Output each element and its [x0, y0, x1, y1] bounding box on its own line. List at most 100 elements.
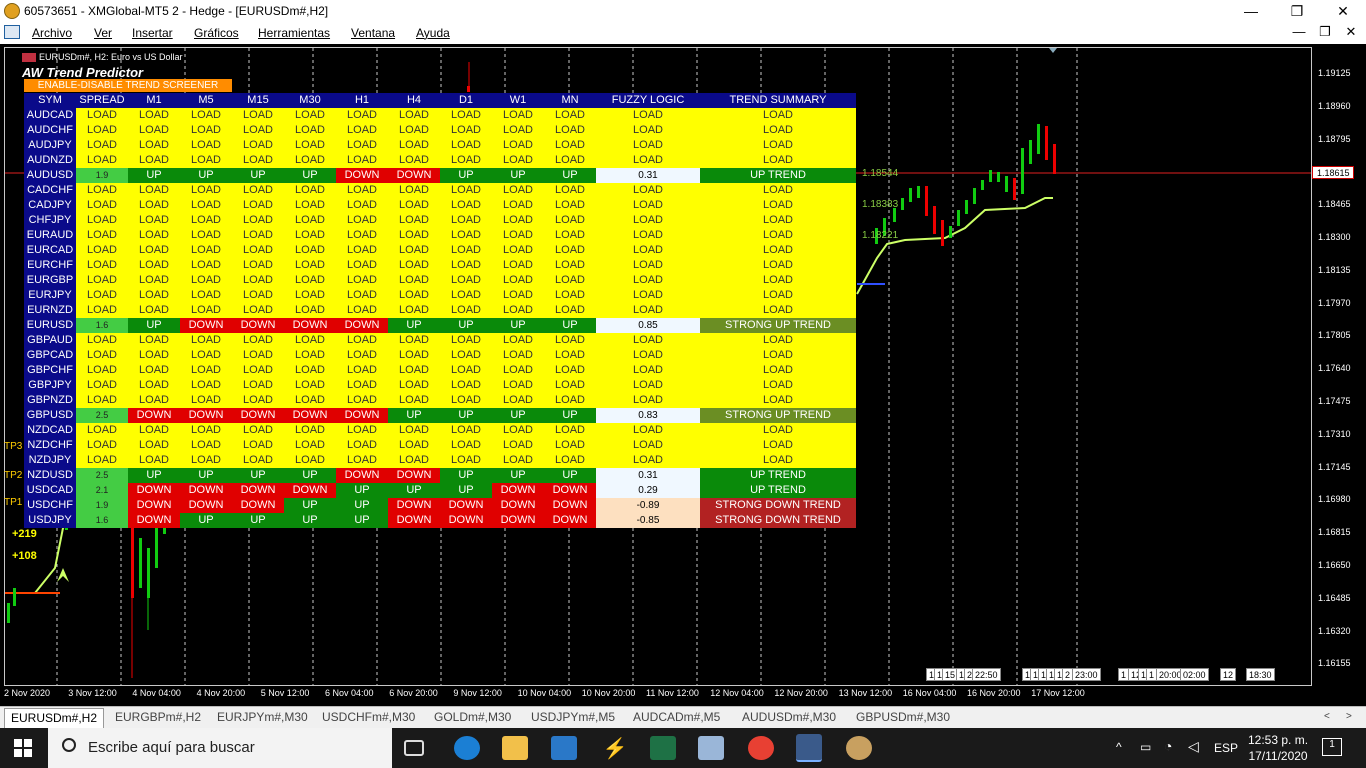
task-view-icon[interactable] — [404, 740, 424, 756]
mail-icon[interactable] — [551, 736, 577, 760]
menu-archivo[interactable]: Archivo — [32, 26, 72, 40]
minimize-button[interactable]: — — [1228, 0, 1274, 22]
notes-icon[interactable] — [698, 736, 724, 760]
enable-screener-button[interactable]: ENABLE-DISABLE TREND SCREENER — [24, 79, 232, 92]
timeframe-cell: LOAD — [440, 393, 492, 408]
timeframe-cell: LOAD — [336, 183, 388, 198]
timeframe-cell: LOAD — [388, 453, 440, 468]
price-axis-label: 1.16815 — [1318, 527, 1351, 538]
chart-window-icon[interactable] — [4, 25, 20, 39]
chrome-icon[interactable] — [748, 736, 774, 760]
timeframe-cell: LOAD — [284, 243, 336, 258]
timeframe-cell: LOAD — [284, 138, 336, 153]
trend-summary-cell: LOAD — [700, 213, 856, 228]
tab-gold-m30[interactable]: GOLDm#,M30 — [434, 710, 511, 728]
price-axis-label: 1.18300 — [1318, 232, 1351, 242]
symbol-cell: CADCHF — [24, 183, 76, 198]
notification-icon[interactable]: 1 — [1322, 738, 1342, 756]
timeframe-cell: LOAD — [284, 213, 336, 228]
tab-audcad-m5[interactable]: AUDCADm#,M5 — [633, 710, 720, 728]
timeframe-cell: LOAD — [544, 108, 596, 123]
window-title: 60573651 - XMGlobal-MT5 2 - Hedge - [EUR… — [24, 4, 329, 18]
child-minimize-button[interactable]: — — [1288, 24, 1310, 39]
menu-graficos[interactable]: Gráficos — [194, 26, 239, 40]
menu-ayuda[interactable]: Ayuda — [416, 26, 450, 40]
tab-gbpusd-m30[interactable]: GBPUSDm#,M30 — [856, 710, 950, 728]
timeframe-cell: LOAD — [388, 378, 440, 393]
tab-scroll-right-icon[interactable]: > — [1346, 711, 1352, 722]
menu-herramientas[interactable]: Herramientas — [258, 26, 330, 40]
timeframe-cell: LOAD — [492, 288, 544, 303]
tab-audusd-m30[interactable]: AUDUSDm#,M30 — [742, 710, 836, 728]
timeframe-cell: LOAD — [232, 138, 284, 153]
timeframe-cell: DOWN — [492, 483, 544, 498]
metatrader-icon[interactable] — [796, 734, 822, 762]
timeframe-cell: DOWN — [128, 513, 180, 528]
tab-eurjpy-m30[interactable]: EURJPYm#,M30 — [217, 710, 308, 728]
tab-usdchf-m30[interactable]: USDCHFm#,M30 — [322, 710, 415, 728]
wifi-icon[interactable]: ◔ — [1164, 738, 1172, 754]
menu-insertar[interactable]: Insertar — [132, 26, 173, 40]
spread-cell: LOAD — [76, 123, 128, 138]
trend-summary-cell: LOAD — [700, 288, 856, 303]
language-indicator[interactable]: ESP — [1214, 741, 1238, 755]
symbol-cell: GBPNZD — [24, 393, 76, 408]
close-button[interactable]: ✕ — [1320, 0, 1366, 22]
timeframe-cell: LOAD — [492, 153, 544, 168]
timeframe-cell: LOAD — [336, 108, 388, 123]
clock[interactable]: 12:53 p. m. 17/11/2020 — [1248, 732, 1308, 764]
timeframe-cell: LOAD — [388, 273, 440, 288]
trend-summary-cell: LOAD — [700, 198, 856, 213]
timeframe-cell: LOAD — [128, 348, 180, 363]
battery-icon[interactable]: ▭ — [1140, 740, 1151, 754]
timeframe-cell: DOWN — [388, 498, 440, 513]
timeframe-cell: LOAD — [544, 288, 596, 303]
timeframe-cell: LOAD — [336, 243, 388, 258]
menu-ver[interactable]: Ver — [94, 26, 112, 40]
symbol-cell: CHFJPY — [24, 213, 76, 228]
timeframe-cell: DOWN — [544, 483, 596, 498]
taskbar-search[interactable]: Escribe aquí para buscar — [48, 728, 392, 768]
timeframe-cell: LOAD — [388, 108, 440, 123]
power-automate-icon[interactable]: ⚡ — [602, 736, 628, 760]
price-axis-label: 1.18465 — [1318, 199, 1351, 210]
timeframe-cell: LOAD — [180, 228, 232, 243]
timeframe-cell: LOAD — [180, 213, 232, 228]
date-axis-label: 17 Nov 12:00 — [1031, 688, 1085, 698]
timeframe-cell: LOAD — [180, 243, 232, 258]
fuzzy-logic-cell: LOAD — [596, 228, 700, 243]
timeframe-cell: LOAD — [336, 303, 388, 318]
volume-icon[interactable]: ◁ — [1188, 738, 1199, 755]
fuzzy-logic-cell: 0.31 — [596, 468, 700, 483]
maximize-button[interactable]: ❐ — [1274, 0, 1320, 22]
timeframe-cell: UP — [232, 513, 284, 528]
tab-eurusd-h2[interactable]: EURUSDm#,H2 — [4, 708, 105, 729]
timeframe-cell: LOAD — [180, 438, 232, 453]
price-axis-label: 1.16320 — [1318, 625, 1351, 636]
trend-summary-cell: LOAD — [700, 153, 856, 168]
excel-icon[interactable] — [650, 736, 676, 760]
child-close-button[interactable]: ✕ — [1340, 24, 1362, 40]
timeframe-cell: DOWN — [388, 168, 440, 183]
symbol-cell: AUDCHF — [24, 123, 76, 138]
timeframe-cell: LOAD — [544, 153, 596, 168]
tray-chevron-icon[interactable]: ^ — [1116, 740, 1122, 754]
child-restore-button[interactable]: ❐ — [1314, 24, 1336, 40]
timeframe-cell: LOAD — [440, 348, 492, 363]
edge-icon[interactable] — [454, 736, 480, 760]
file-explorer-icon[interactable] — [502, 736, 528, 760]
tab-scroll-left-icon[interactable]: < — [1324, 711, 1330, 722]
chart-header-text: EURUSDm#, H2: Euro vs US Dollar — [39, 52, 183, 62]
level-label: 1.18221 — [862, 230, 899, 241]
paint-icon[interactable] — [846, 736, 872, 760]
tab-eurgbp-h2[interactable]: EURGBPm#,H2 — [115, 710, 201, 728]
symbol-cell: NZDCAD — [24, 423, 76, 438]
trend-summary-cell: LOAD — [700, 348, 856, 363]
menu-ventana[interactable]: Ventana — [351, 26, 395, 40]
trend-summary-cell: LOAD — [700, 183, 856, 198]
tab-usdjpy-m5[interactable]: USDJPYm#,M5 — [531, 710, 615, 728]
date-axis-label: 3 Nov 12:00 — [68, 688, 117, 698]
windows-start-icon[interactable] — [14, 739, 32, 757]
timeframe-cell: DOWN — [232, 498, 284, 513]
fuzzy-logic-cell: LOAD — [596, 198, 700, 213]
